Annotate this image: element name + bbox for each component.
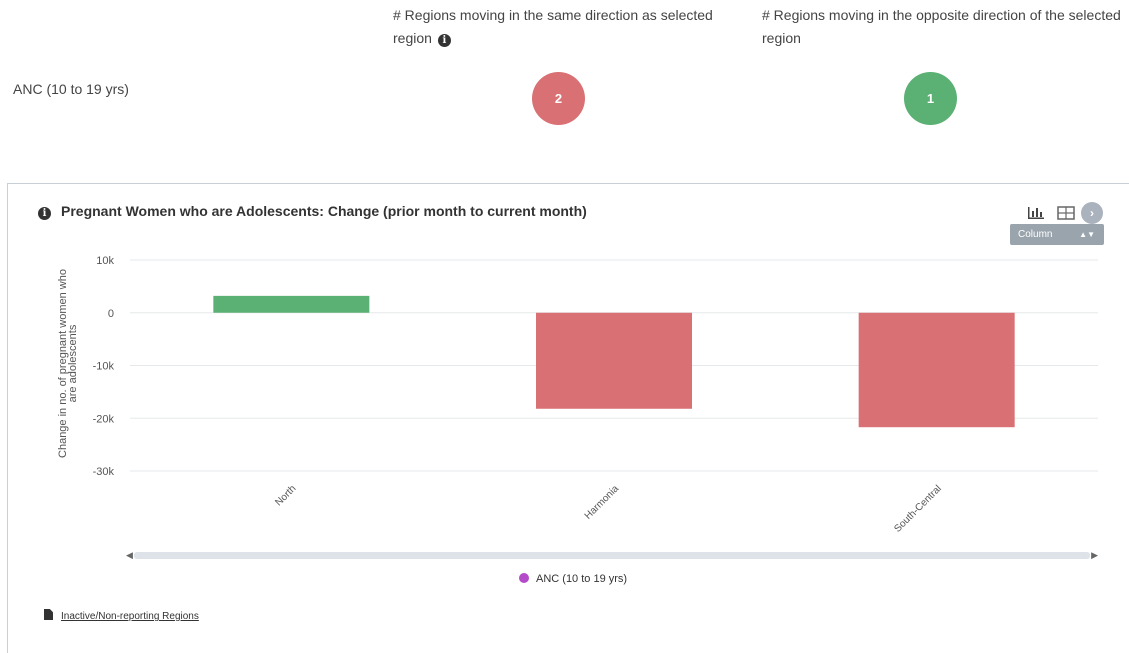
y-axis-label: Change in no. of pregnant women whoare a… [57,269,79,458]
chart-scrollbar[interactable]: ◀ ▶ [126,549,1098,561]
inactive-regions-link-row: Inactive/Non-reporting Regions [44,609,199,622]
indicator-label: ANC (10 to 19 yrs) [13,81,129,97]
scroll-left-icon[interactable]: ◀ [126,549,133,561]
legend-label: ANC (10 to 19 yrs) [536,573,628,585]
bar-north[interactable] [213,295,370,313]
chart-legend[interactable]: ANC (10 to 19 yrs) [519,573,627,585]
opposite-direction-count-badge[interactable]: 1 [904,72,957,125]
same-direction-header: # Regions moving in the same direction a… [393,4,753,50]
opposite-direction-header: # Regions moving in the opposite directi… [762,7,1121,46]
y-tick-label: -30k [93,466,115,478]
chart-panel: i Pregnant Women who are Adolescents: Cha… [7,183,1129,653]
inactive-regions-link[interactable]: Inactive/Non-reporting Regions [61,611,199,622]
chart-area: 10k 0 -10k -20k -30k North Harmonia South-Cent… [57,255,1098,535]
scroll-track[interactable] [134,552,1090,559]
same-direction-count-badge[interactable]: 2 [532,72,585,125]
y-tick-label: -20k [93,413,115,425]
x-tick-label: North [273,483,298,508]
y-axis-label-line: are adolescents [67,324,79,402]
legend-marker [519,573,529,583]
y-tick-label: 10k [96,255,114,267]
bar-harmonia[interactable] [536,312,692,409]
y-tick-label: 0 [108,308,114,320]
scroll-right-icon[interactable]: ▶ [1091,549,1098,561]
bar-south-central[interactable] [858,312,1015,428]
summary-section: # Regions moving in the same direction a… [0,0,1129,180]
info-icon[interactable]: i [437,34,451,47]
document-icon [44,609,53,620]
x-tick-label: South-Central [892,483,943,534]
y-tick-label: -10k [93,361,115,373]
x-tick-label: Harmonia [583,483,622,522]
